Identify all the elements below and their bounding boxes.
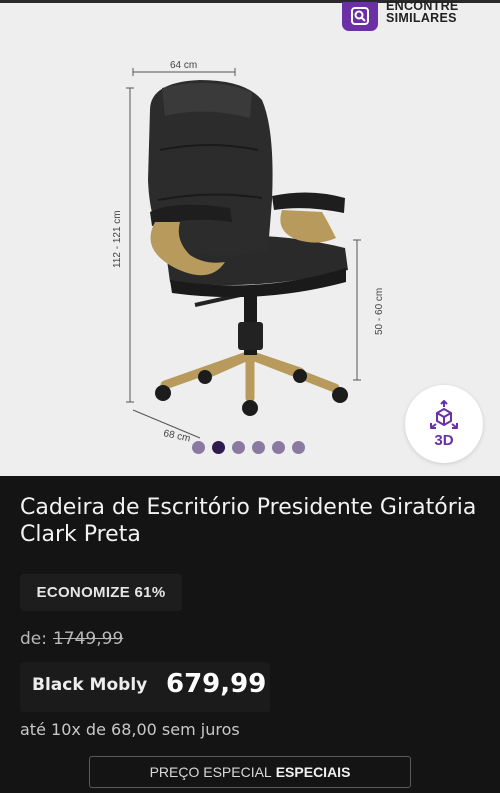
- seat-height-dimension-label: 50 - 60 cm: [374, 288, 385, 335]
- old-price: de: 1749,99: [20, 629, 123, 649]
- view-3d-button[interactable]: 3D: [405, 385, 483, 463]
- product-image-gallery[interactable]: 64 cm 112 - 121 cm 50 - 60 cm 68 cm ENCO…: [0, 0, 500, 476]
- carousel-dot[interactable]: [272, 441, 285, 454]
- carousel-dot-active[interactable]: [212, 441, 225, 454]
- old-price-value: 1749,99: [52, 629, 124, 649]
- price-box: Black Mobly 679,99: [20, 662, 270, 712]
- find-similar-label-line2: SIMILARES: [386, 11, 457, 25]
- depth-dimension-label: 68 cm: [162, 428, 191, 444]
- carousel-dot[interactable]: [192, 441, 205, 454]
- installments-text: até 10x de 68,00 sem juros: [20, 720, 240, 739]
- product-title: Cadeira de Escritório Presidente Giratór…: [20, 495, 477, 547]
- find-similar-button[interactable]: ENCONTRE SIMILARES: [338, 0, 500, 32]
- discount-badge: ECONOMIZE 61%: [20, 574, 182, 611]
- special-price-label: PREÇO ESPECIAL: [149, 764, 272, 780]
- special-price-highlight: ESPECIAIS: [275, 764, 351, 780]
- image-carousel-dots: [192, 441, 305, 454]
- carousel-dot[interactable]: [252, 441, 265, 454]
- height-dimension-label: 112 - 121 cm: [112, 210, 123, 268]
- old-price-label: de:: [20, 629, 47, 649]
- view-3d-label: 3D: [434, 431, 454, 449]
- cube-3d-icon: [430, 399, 458, 429]
- current-price: 679,99: [166, 669, 267, 699]
- carousel-dot[interactable]: [232, 441, 245, 454]
- chair-illustration: [148, 80, 348, 416]
- width-dimension-label: 64 cm: [170, 60, 197, 71]
- find-similar-icon: [342, 1, 378, 31]
- store-name: Black Mobly: [32, 675, 148, 695]
- carousel-dot[interactable]: [292, 441, 305, 454]
- special-price-button[interactable]: PREÇO ESPECIAL ESPECIAIS: [89, 756, 411, 788]
